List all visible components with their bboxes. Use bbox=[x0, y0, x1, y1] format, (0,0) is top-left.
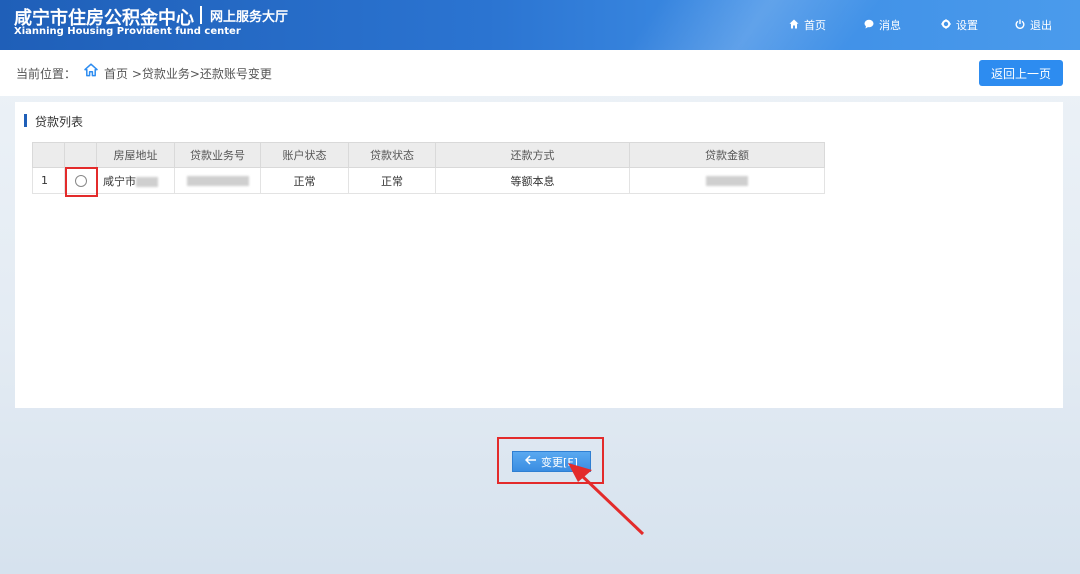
column-header-address: 房屋地址 bbox=[96, 142, 175, 168]
header-decoration bbox=[597, 0, 903, 50]
arrow-left-icon bbox=[524, 455, 537, 468]
back-button[interactable]: 返回上一页 bbox=[979, 60, 1063, 86]
change-button[interactable]: 变更[F] bbox=[512, 451, 591, 472]
column-header-account-status: 账户状态 bbox=[260, 142, 349, 168]
repay-method-cell: 等额本息 bbox=[435, 167, 630, 194]
table-row[interactable]: 1 咸宁市 正常 正常 等额本息 bbox=[32, 167, 825, 194]
row-index: 1 bbox=[32, 167, 65, 194]
loan-table: 房屋地址 贷款业务号 账户状态 贷款状态 还款方式 贷款金额 1 咸宁市 正常 … bbox=[32, 142, 825, 194]
panel-title: 贷款列表 bbox=[35, 115, 84, 129]
change-button-label: 变更[F] bbox=[541, 455, 578, 469]
loan-amount-cell bbox=[629, 167, 825, 194]
nav-settings[interactable]: 设置 bbox=[941, 17, 978, 33]
org-title-english: Xianning Housing Provident fund center bbox=[14, 26, 241, 37]
column-header-loan-number: 贷款业务号 bbox=[174, 142, 261, 168]
column-header-select bbox=[64, 142, 97, 168]
nav-settings-label: 设置 bbox=[956, 19, 978, 32]
column-header-repay-method: 还款方式 bbox=[435, 142, 630, 168]
nav-logout[interactable]: 退出 bbox=[1015, 17, 1052, 33]
nav-messages[interactable]: 消息 bbox=[864, 17, 901, 33]
account-status-cell: 正常 bbox=[260, 167, 349, 194]
breadcrumb-label: 当前位置： bbox=[16, 67, 77, 81]
redacted-loan-amount bbox=[706, 176, 748, 186]
address-text: 咸宁市 bbox=[103, 174, 136, 188]
breadcrumb[interactable]: 首页 >贷款业务>还款账号变更 bbox=[104, 65, 272, 82]
column-header-loan-status: 贷款状态 bbox=[348, 142, 436, 168]
column-header-index bbox=[32, 142, 65, 168]
row-radio-button[interactable] bbox=[74, 175, 87, 187]
nav-messages-label: 消息 bbox=[879, 19, 901, 32]
home-icon[interactable] bbox=[84, 63, 98, 77]
message-icon bbox=[864, 19, 874, 32]
gear-icon bbox=[941, 18, 951, 32]
home-icon bbox=[789, 19, 799, 32]
title-separator bbox=[200, 6, 202, 24]
loan-number-cell bbox=[174, 167, 261, 194]
address-cell: 咸宁市 bbox=[96, 167, 175, 194]
title-accent-bar bbox=[24, 114, 27, 127]
table-header-row: 房屋地址 贷款业务号 账户状态 贷款状态 还款方式 贷款金额 bbox=[32, 142, 825, 168]
power-icon bbox=[1015, 19, 1025, 32]
org-subtitle: 网上服务大厅 bbox=[210, 10, 289, 25]
nav-home-label: 首页 bbox=[804, 19, 826, 32]
app-header: 咸宁市住房公积金中心 网上服务大厅 Xianning Housing Provi… bbox=[0, 0, 1080, 50]
column-header-loan-amount: 贷款金额 bbox=[629, 142, 825, 168]
redacted-loan-number bbox=[186, 176, 249, 186]
nav-home[interactable]: 首页 bbox=[789, 17, 826, 33]
loan-list-panel: 贷款列表 房屋地址 贷款业务号 账户状态 贷款状态 还款方式 贷款金额 1 咸宁… bbox=[15, 102, 1063, 408]
nav-logout-label: 退出 bbox=[1030, 19, 1052, 32]
redacted-address bbox=[136, 176, 158, 187]
loan-status-cell: 正常 bbox=[348, 167, 436, 194]
row-select-cell[interactable] bbox=[64, 167, 97, 194]
breadcrumb-bar: 当前位置： 首页 >贷款业务>还款账号变更 返回上一页 bbox=[0, 50, 1080, 96]
